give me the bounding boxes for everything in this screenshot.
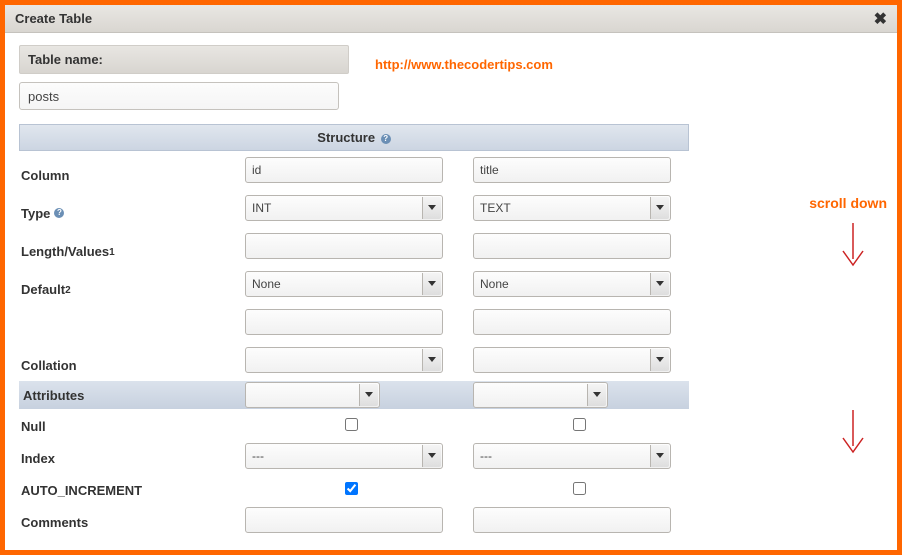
- table-name-input[interactable]: [19, 82, 339, 110]
- default-select-0[interactable]: None: [245, 271, 443, 297]
- create-table-dialog: Create Table ✖ http://www.thecodertips.c…: [0, 0, 902, 555]
- row-label-collation: Collation: [19, 341, 229, 379]
- default-value-input-1[interactable]: [473, 309, 671, 335]
- comments-input-0[interactable]: [245, 507, 443, 533]
- row-label-null: Null: [19, 409, 229, 439]
- null-checkbox-1[interactable]: [573, 418, 586, 431]
- type-select-0[interactable]: INT: [245, 195, 443, 221]
- structure-grid-lower: Null Index --- --- AUTO_INCREMENT Commen…: [19, 409, 689, 537]
- arrow-down-icon: [839, 221, 867, 271]
- index-select-1[interactable]: ---: [473, 443, 671, 469]
- attributes-select-1[interactable]: [473, 382, 608, 408]
- autoinc-checkbox-1[interactable]: [573, 482, 586, 495]
- comments-input-1[interactable]: [473, 507, 671, 533]
- row-label-type: Type ?: [19, 189, 229, 227]
- length-input-1[interactable]: [473, 233, 671, 259]
- dialog-title-text: Create Table: [15, 11, 92, 26]
- attributes-select-0[interactable]: [245, 382, 380, 408]
- dialog-content: http://www.thecodertips.com Table name: …: [5, 33, 897, 550]
- row-label-default: Default2: [19, 265, 229, 303]
- default-value-input-0[interactable]: [245, 309, 443, 335]
- table-name-label: Table name:: [19, 45, 349, 74]
- help-icon[interactable]: ?: [54, 208, 64, 218]
- column-name-input-1[interactable]: [473, 157, 671, 183]
- type-select-1[interactable]: TEXT: [473, 195, 671, 221]
- autoinc-checkbox-0[interactable]: [345, 482, 358, 495]
- collation-select-1[interactable]: [473, 347, 671, 373]
- row-label-index: Index: [19, 439, 229, 473]
- row-label-comments: Comments: [19, 503, 229, 537]
- row-label-column: Column: [19, 151, 229, 189]
- null-checkbox-0[interactable]: [345, 418, 358, 431]
- row-label-attributes: Attributes: [19, 381, 229, 409]
- column-name-input-0[interactable]: [245, 157, 443, 183]
- dialog-titlebar: Create Table ✖: [5, 5, 897, 33]
- length-input-0[interactable]: [245, 233, 443, 259]
- scroll-down-hint: scroll down: [809, 195, 887, 211]
- row-label-length: Length/Values1: [19, 227, 229, 265]
- default-select-1[interactable]: None: [473, 271, 671, 297]
- arrow-down-icon: [839, 408, 867, 458]
- close-icon[interactable]: ✖: [874, 9, 887, 29]
- structure-header: Structure ?: [19, 124, 689, 151]
- row-label-autoinc: AUTO_INCREMENT: [19, 473, 229, 503]
- index-select-0[interactable]: ---: [245, 443, 443, 469]
- dialog-body-scroll[interactable]: http://www.thecodertips.com Table name: …: [5, 33, 897, 550]
- structure-grid: Column Type ? INT TEXT Length/Values1: [19, 151, 689, 379]
- attributes-row: Attributes: [19, 381, 689, 409]
- row-label-default-value: [19, 303, 229, 341]
- help-icon[interactable]: ?: [381, 134, 391, 144]
- overlay-url: http://www.thecodertips.com: [375, 57, 553, 72]
- collation-select-0[interactable]: [245, 347, 443, 373]
